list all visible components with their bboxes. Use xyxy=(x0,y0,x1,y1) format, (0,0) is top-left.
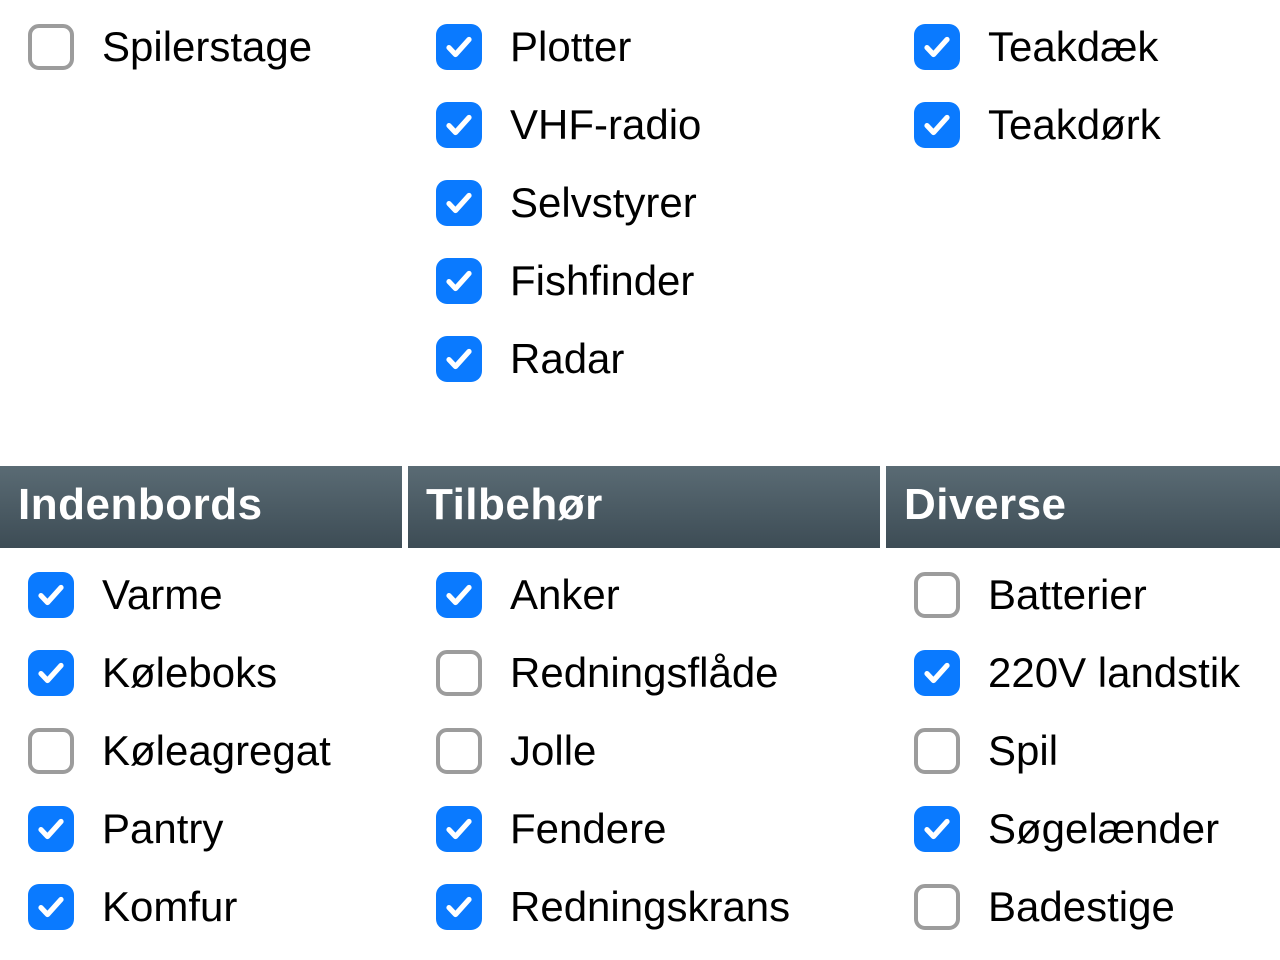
checkmark-icon xyxy=(922,814,952,844)
checkbox-badestige[interactable] xyxy=(914,884,960,930)
checkbox-label-s-gel-nder: Søgelænder xyxy=(988,807,1219,851)
checkbox-k-leagregat[interactable] xyxy=(28,728,74,774)
checkbox-item-220v-landstik: 220V landstik xyxy=(886,634,1280,712)
checkbox-item-teakd-k: Teakdæk xyxy=(886,8,1280,86)
checkbox-label-spil: Spil xyxy=(988,729,1058,773)
checkbox-teakd-rk[interactable] xyxy=(914,102,960,148)
checkmark-icon xyxy=(36,580,66,610)
checkmark-icon xyxy=(444,344,474,374)
section-list-diverse: Batterier 220V landstik Spil Søgelænder Bade… xyxy=(886,548,1280,950)
checkbox-item-radar: Radar xyxy=(408,320,886,398)
checkmark-icon xyxy=(444,110,474,140)
checkbox-220v-landstik[interactable] xyxy=(914,650,960,696)
checkmark-icon xyxy=(444,266,474,296)
checkbox-label-fendere: Fendere xyxy=(510,807,666,851)
checkbox-batterier[interactable] xyxy=(914,572,960,618)
checkbox-label-radar: Radar xyxy=(510,337,624,381)
section-list-tilbehoer: Anker Redningsflåde Jolle Fendere Redningskr… xyxy=(408,548,886,950)
checkbox-item-fendere: Fendere xyxy=(408,790,886,868)
checkbox-item-komfur: Komfur xyxy=(0,868,408,946)
checkbox-redningsfl-de[interactable] xyxy=(436,650,482,696)
checkbox-item-batterier: Batterier xyxy=(886,556,1280,634)
checkbox-label-badestige: Badestige xyxy=(988,885,1175,929)
checkbox-item-jolle: Jolle xyxy=(408,712,886,790)
checkbox-label-plotter: Plotter xyxy=(510,25,631,69)
checkbox-item-k-leagregat: Køleagregat xyxy=(0,712,408,790)
checkbox-label-selvstyrer: Selvstyrer xyxy=(510,181,697,225)
checkbox-item-badestige: Badestige xyxy=(886,868,1280,946)
checkmark-icon xyxy=(36,814,66,844)
top-column-c: Teakdæk Teakdørk xyxy=(886,0,1280,402)
checkbox-item-redningsfl-de: Redningsflåde xyxy=(408,634,886,712)
top-col-b-list: Plotter VHF-radio Selvstyrer Fishfinder Rada… xyxy=(408,0,886,402)
checkmark-icon xyxy=(444,188,474,218)
checkbox-label-pantry: Pantry xyxy=(102,807,223,851)
checkbox-label-jolle: Jolle xyxy=(510,729,596,773)
top-col-c-list: Teakdæk Teakdørk xyxy=(886,0,1280,168)
checkbox-selvstyrer[interactable] xyxy=(436,180,482,226)
top-col-a-list: Spilerstage xyxy=(0,0,408,90)
checkbox-label-vhf-radio: VHF-radio xyxy=(510,103,701,147)
checkbox-spilerstage[interactable] xyxy=(28,24,74,70)
checkmark-icon xyxy=(922,658,952,688)
checkbox-vhf-radio[interactable] xyxy=(436,102,482,148)
checkbox-label-anker: Anker xyxy=(510,573,620,617)
checkbox-plotter[interactable] xyxy=(436,24,482,70)
checkmark-icon xyxy=(922,110,952,140)
section-header-indenbords: Indenbords xyxy=(0,466,402,548)
checkbox-varme[interactable] xyxy=(28,572,74,618)
checkmark-icon xyxy=(444,814,474,844)
checkbox-jolle[interactable] xyxy=(436,728,482,774)
checkbox-teakd-k[interactable] xyxy=(914,24,960,70)
checkbox-item-vhf-radio: VHF-radio xyxy=(408,86,886,164)
checkbox-k-leboks[interactable] xyxy=(28,650,74,696)
checkbox-item-varme: Varme xyxy=(0,556,408,634)
section-header-diverse: Diverse xyxy=(886,466,1280,548)
checkbox-s-gel-nder[interactable] xyxy=(914,806,960,852)
checkbox-label-redningsfl-de: Redningsflåde xyxy=(510,651,779,695)
checkmark-icon xyxy=(444,892,474,922)
checkbox-item-anker: Anker xyxy=(408,556,886,634)
top-column-a: Spilerstage xyxy=(0,0,408,402)
checkbox-label-teakd-k: Teakdæk xyxy=(988,25,1158,69)
checkbox-item-teakd-rk: Teakdørk xyxy=(886,86,1280,164)
section-header-tilbehoer: Tilbehør xyxy=(408,466,880,548)
checkmark-icon xyxy=(36,658,66,688)
checkbox-label-komfur: Komfur xyxy=(102,885,237,929)
checkbox-item-pantry: Pantry xyxy=(0,790,408,868)
checkbox-item-k-leboks: Køleboks xyxy=(0,634,408,712)
checkbox-label-k-leboks: Køleboks xyxy=(102,651,277,695)
checkbox-pantry[interactable] xyxy=(28,806,74,852)
checkbox-label-batterier: Batterier xyxy=(988,573,1147,617)
checkbox-item-fishfinder: Fishfinder xyxy=(408,242,886,320)
checkbox-label-fishfinder: Fishfinder xyxy=(510,259,694,303)
checkbox-label-teakd-rk: Teakdørk xyxy=(988,103,1161,147)
checkmark-icon xyxy=(444,32,474,62)
checkbox-item-spil: Spil xyxy=(886,712,1280,790)
checkbox-radar[interactable] xyxy=(436,336,482,382)
checkbox-label-spilerstage: Spilerstage xyxy=(102,25,312,69)
checkbox-label-varme: Varme xyxy=(102,573,223,617)
checkbox-anker[interactable] xyxy=(436,572,482,618)
checkbox-item-selvstyrer: Selvstyrer xyxy=(408,164,886,242)
checkmark-icon xyxy=(922,32,952,62)
checkbox-item-s-gel-nder: Søgelænder xyxy=(886,790,1280,868)
checkmark-icon xyxy=(36,892,66,922)
checkbox-redningskrans[interactable] xyxy=(436,884,482,930)
checkbox-komfur[interactable] xyxy=(28,884,74,930)
checkbox-label-k-leagregat: Køleagregat xyxy=(102,729,331,773)
top-column-b: Plotter VHF-radio Selvstyrer Fishfinder Rada… xyxy=(408,0,886,402)
checkmark-icon xyxy=(444,580,474,610)
checkbox-fishfinder[interactable] xyxy=(436,258,482,304)
checkbox-fendere[interactable] xyxy=(436,806,482,852)
checkbox-item-spilerstage: Spilerstage xyxy=(0,8,408,86)
checkbox-label-220v-landstik: 220V landstik xyxy=(988,651,1240,695)
checkbox-item-plotter: Plotter xyxy=(408,8,886,86)
checkbox-spil[interactable] xyxy=(914,728,960,774)
checkbox-label-redningskrans: Redningskrans xyxy=(510,885,790,929)
checkbox-item-redningskrans: Redningskrans xyxy=(408,868,886,946)
section-list-indenbords: Varme Køleboks Køleagregat Pantry Komfur xyxy=(0,548,408,950)
